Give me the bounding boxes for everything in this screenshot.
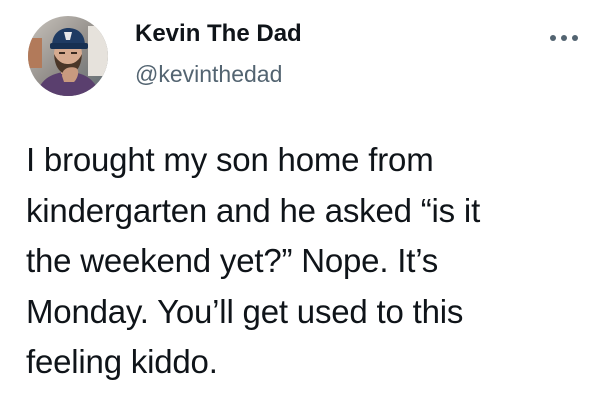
author-handle[interactable]: @kevinthedad (135, 60, 282, 88)
ellipsis-icon (550, 35, 578, 41)
tweet-card: Kevin The Dad @kevinthedad I brought my … (0, 0, 600, 414)
more-options-button[interactable] (546, 28, 582, 48)
author-display-name[interactable]: Kevin The Dad (135, 20, 302, 48)
avatar[interactable] (28, 16, 108, 96)
profile-photo-icon (28, 16, 108, 96)
tweet-text: I brought my son home from kindergarten … (26, 141, 481, 380)
